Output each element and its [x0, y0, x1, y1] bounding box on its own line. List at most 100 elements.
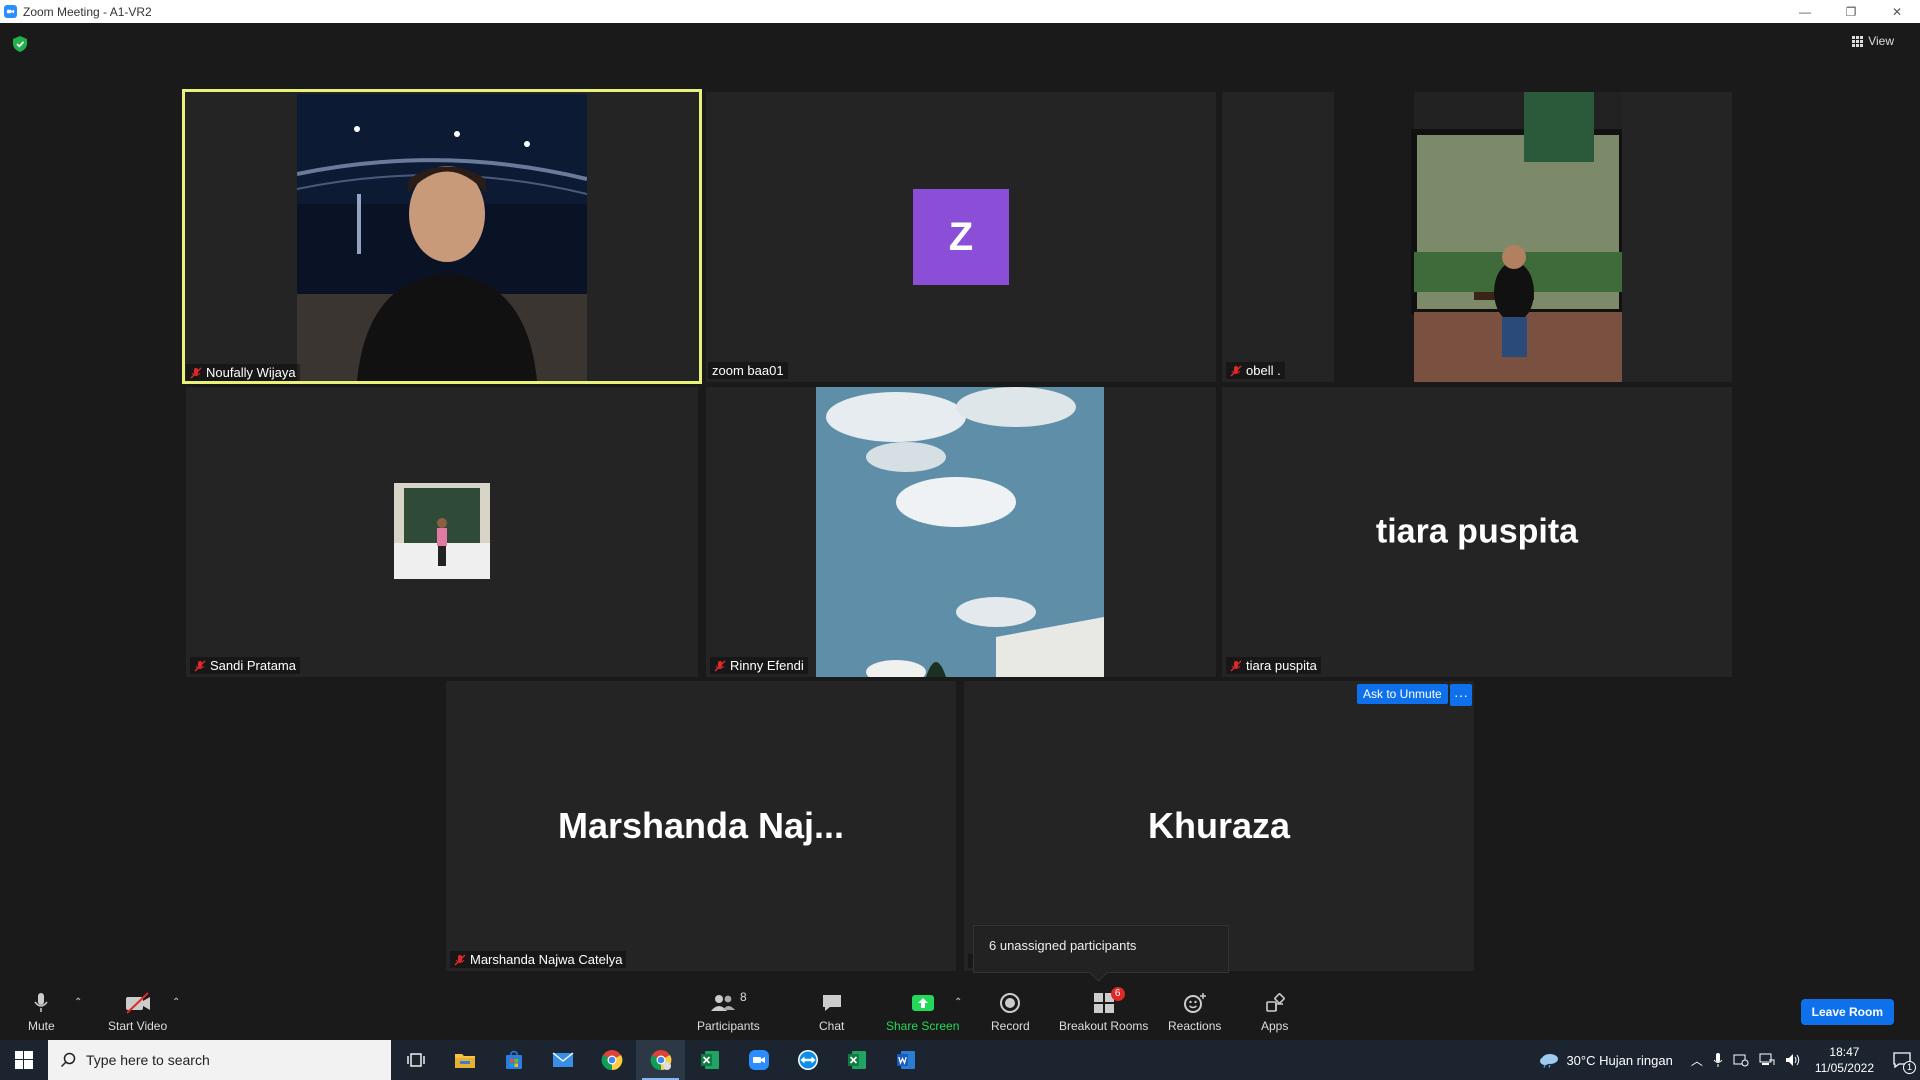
view-button[interactable]: View	[1852, 34, 1894, 48]
window-title: Zoom Meeting - A1-VR2	[23, 4, 152, 19]
notification-center-button[interactable]: 1	[1884, 1040, 1920, 1080]
close-button[interactable]: ✕	[1874, 0, 1920, 23]
leave-room-button[interactable]: Leave Room	[1800, 999, 1894, 1025]
meeting-toolbar: Mute ⌃ Start Video ⌃ 8 Participants Chat…	[0, 983, 1920, 1040]
breakout-rooms-icon: 6	[1093, 987, 1125, 1015]
meet-now-icon[interactable]	[1733, 1053, 1749, 1067]
record-button[interactable]: Record	[991, 991, 1030, 1033]
participant-tile[interactable]: tiara puspita tiara puspita	[1222, 387, 1732, 677]
audio-options-caret[interactable]: ⌃	[74, 997, 82, 1008]
apps-icon	[1265, 991, 1285, 1015]
zoom-app-icon	[4, 5, 17, 18]
microphone-icon	[33, 991, 49, 1015]
mic-muted-icon	[194, 660, 206, 671]
tray-icons: ︿	[1691, 1052, 1801, 1069]
video-off-icon	[124, 991, 152, 1015]
clock-time: 18:47	[1829, 1045, 1860, 1059]
participant-tile[interactable]: obell .	[1222, 92, 1732, 382]
more-options-button[interactable]: ···	[1450, 684, 1472, 706]
participant-tile[interactable]: Rinny Efendi	[706, 387, 1216, 677]
participant-video	[1334, 92, 1622, 382]
task-view-button[interactable]	[391, 1040, 440, 1080]
taskbar-search-box[interactable]: Type here to search	[48, 1040, 391, 1080]
participant-name: Rinny Efendi	[730, 658, 804, 673]
participants-button[interactable]: 8 Participants	[697, 990, 760, 1033]
taskbar-zoom[interactable]	[734, 1040, 783, 1080]
participant-video	[816, 387, 1104, 677]
participant-name: zoom baa01	[712, 363, 784, 378]
window-controls: — ❐ ✕	[1782, 0, 1920, 23]
rain-cloud-icon	[1540, 1054, 1559, 1068]
word-icon	[896, 1051, 915, 1069]
participant-display-name: tiara puspita	[1375, 512, 1579, 551]
record-icon	[999, 991, 1021, 1015]
participant-tile[interactable]: Marshanda Naj... Marshanda Najwa Catelya	[446, 681, 956, 971]
apps-label: Apps	[1261, 1019, 1289, 1033]
participant-name-tag: Marshanda Najwa Catelya	[450, 951, 627, 968]
participant-name-tag: Rinny Efendi	[710, 657, 808, 674]
weather-widget[interactable]: 30°C Hujan ringan	[1538, 1052, 1673, 1068]
chat-button[interactable]: Chat	[819, 991, 844, 1033]
taskbar-excel-2[interactable]	[832, 1040, 881, 1080]
breakout-rooms-button[interactable]: 6 Breakout Rooms	[1059, 987, 1148, 1033]
start-video-button[interactable]: Start Video	[108, 991, 167, 1033]
taskbar-teamviewer[interactable]	[783, 1040, 832, 1080]
smiley-plus-icon	[1183, 991, 1207, 1015]
taskbar-file-explorer[interactable]	[440, 1040, 489, 1080]
ask-to-unmute-button[interactable]: Ask to Unmute	[1357, 684, 1448, 704]
share-screen-icon	[911, 991, 935, 1015]
taskbar-clock[interactable]: 18:47 11/05/2022	[1815, 1044, 1874, 1076]
participant-display-name: Marshanda Naj...	[557, 805, 845, 846]
mic-muted-icon	[190, 367, 202, 378]
teamviewer-icon	[797, 1050, 818, 1070]
taskbar-word[interactable]	[881, 1040, 930, 1080]
start-video-label: Start Video	[108, 1019, 168, 1033]
mute-label: Mute	[28, 1019, 55, 1033]
video-options-caret[interactable]: ⌃	[172, 997, 180, 1008]
notification-count: 1	[1903, 1061, 1916, 1074]
share-options-caret[interactable]: ⌃	[954, 997, 962, 1008]
taskbar-chrome-active[interactable]	[636, 1040, 685, 1080]
system-tray: 30°C Hujan ringan ︿ 18:47 11/05/2022 1	[1538, 1040, 1920, 1080]
participant-video	[297, 94, 587, 381]
mic-muted-icon	[714, 660, 726, 671]
show-hidden-icons-chevron-icon[interactable]: ︿	[1691, 1052, 1703, 1069]
meeting-stage: View Noufally Wijaya Z zoom baa01 obell …	[0, 23, 1920, 983]
participant-tile[interactable]: Sandi Pratama	[186, 387, 698, 677]
participant-tile[interactable]: Z zoom baa01	[706, 92, 1216, 382]
share-screen-button[interactable]: Share Screen	[886, 991, 959, 1033]
chat-label: Chat	[819, 1019, 845, 1033]
taskbar-mail[interactable]	[538, 1040, 587, 1080]
participant-name: Marshanda Najwa Catelya	[470, 952, 623, 967]
taskbar-excel[interactable]	[685, 1040, 734, 1080]
minimize-button[interactable]: —	[1782, 0, 1828, 23]
participant-tile[interactable]: Noufally Wijaya	[182, 89, 702, 384]
restore-button[interactable]: ❐	[1828, 0, 1874, 23]
participant-name: Noufally Wijaya	[206, 365, 296, 380]
participants-label: Participants	[697, 1019, 760, 1033]
mute-button[interactable]: Mute	[28, 991, 55, 1033]
security-shield-icon[interactable]	[13, 36, 27, 52]
task-view-icon	[406, 1053, 425, 1067]
taskbar-chrome[interactable]	[587, 1040, 636, 1080]
search-placeholder: Type here to search	[86, 1052, 210, 1068]
reactions-button[interactable]: Reactions	[1168, 991, 1221, 1033]
windows-start-button[interactable]	[0, 1040, 48, 1080]
participants-count: 8	[740, 990, 747, 1004]
view-label: View	[1868, 34, 1894, 48]
unassigned-participants-tooltip: 6 unassigned participants	[973, 925, 1229, 973]
weather-text: 30°C Hujan ringan	[1566, 1052, 1673, 1068]
taskbar-store[interactable]	[489, 1040, 538, 1080]
search-icon	[60, 1052, 76, 1068]
window-titlebar: Zoom Meeting - A1-VR2 — ❐ ✕	[0, 0, 1920, 23]
microphone-tray-icon[interactable]	[1713, 1052, 1723, 1068]
zoom-icon	[748, 1050, 769, 1070]
volume-icon[interactable]	[1785, 1053, 1801, 1067]
mail-icon	[552, 1052, 573, 1067]
network-icon[interactable]	[1759, 1053, 1775, 1067]
share-screen-label: Share Screen	[886, 1019, 960, 1033]
apps-button[interactable]: Apps	[1261, 991, 1288, 1033]
windows-logo-icon	[15, 1051, 33, 1069]
participant-avatar: Z	[913, 189, 1009, 285]
reactions-label: Reactions	[1168, 1019, 1222, 1033]
